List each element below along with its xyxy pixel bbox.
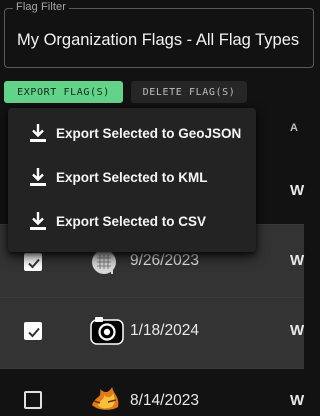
export-menu: Export Selected to GeoJSON Export Select… [8, 108, 256, 252]
delete-flags-button[interactable]: DELETE FLAG(S) [131, 81, 247, 103]
table-row[interactable]: 8/14/2023 W [0, 369, 305, 410]
table-row[interactable]: 1/18/2024 W [0, 298, 304, 368]
menu-item-label: Export Selected to GeoJSON [56, 125, 242, 141]
row-date: 9/26/2023 [130, 252, 199, 269]
row-cell-partial: W [290, 392, 305, 409]
row-checkbox[interactable] [24, 322, 42, 340]
download-icon [28, 167, 48, 187]
menu-item-export-kml[interactable]: Export Selected to KML [8, 155, 256, 199]
menu-item-export-geojson[interactable]: Export Selected to GeoJSON [8, 111, 256, 155]
menu-item-export-csv[interactable]: Export Selected to CSV [8, 199, 256, 243]
row-cell-partial: W [290, 322, 305, 339]
download-icon [28, 123, 48, 143]
export-flags-button[interactable]: EXPORT FLAG(S) [4, 81, 123, 103]
row-date: 1/18/2024 [130, 322, 199, 339]
row-checkbox[interactable] [24, 253, 42, 271]
flag-filter-value[interactable]: My Organization Flags - All Flag Types [17, 31, 299, 50]
menu-item-label: Export Selected to CSV [56, 213, 207, 229]
grid-map-icon [91, 249, 119, 282]
row-checkbox[interactable] [24, 391, 42, 409]
flag-filter-legend: Flag Filter [13, 1, 69, 13]
row-cell-partial: W [290, 252, 305, 269]
menu-item-label: Export Selected to KML [56, 169, 208, 185]
flag-filter-field[interactable]: Flag Filter My Organization Flags - All … [4, 1, 314, 68]
table-header-partial: A [290, 122, 298, 134]
row-cell-partial: W [290, 182, 305, 199]
download-icon [28, 211, 48, 231]
fire-icon [88, 385, 124, 416]
camera-icon [90, 316, 124, 351]
row-date: 8/14/2023 [130, 392, 199, 409]
